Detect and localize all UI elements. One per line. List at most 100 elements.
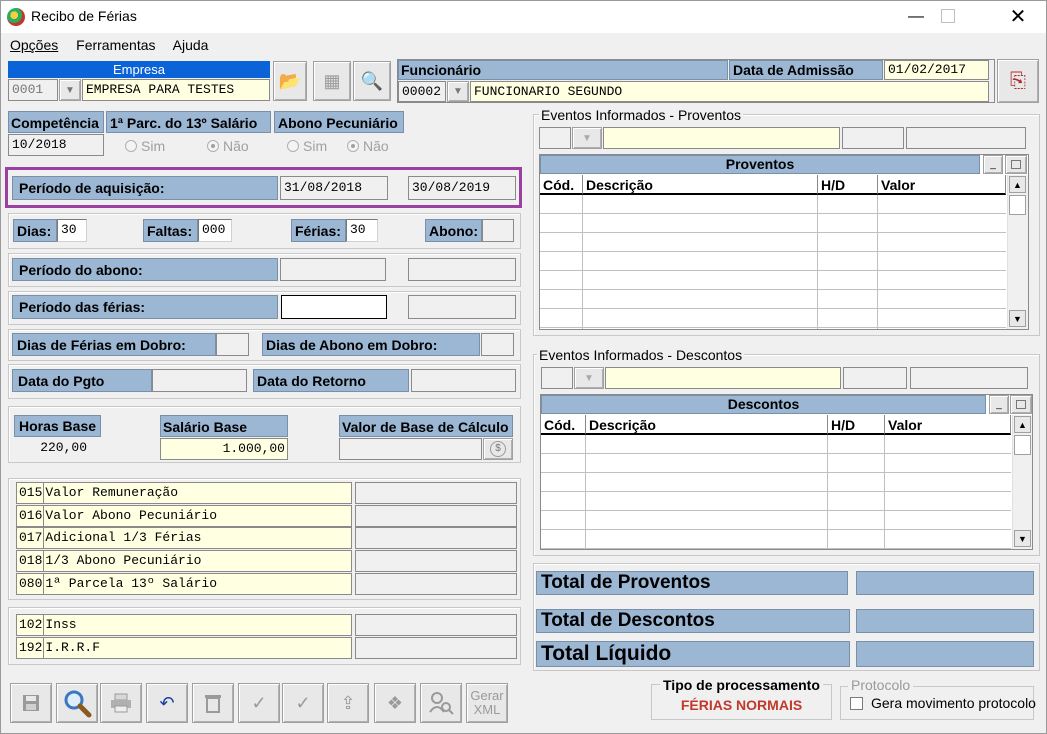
periodo-ferias-end[interactable] <box>408 295 516 319</box>
periodo-abono-start[interactable] <box>280 258 386 281</box>
proventos-scroll-up[interactable]: ▲ <box>1009 176 1026 193</box>
horas-base-label: Horas Base <box>14 415 101 437</box>
menu-ferramentas[interactable]: Ferramentas <box>76 37 155 53</box>
dobro-abono-value[interactable] <box>481 333 514 356</box>
protocolo-label: Protocolo <box>848 677 914 693</box>
abono-nao-radio[interactable]: Não <box>347 137 389 154</box>
ev-prov-code[interactable] <box>539 127 571 149</box>
desconto-row-192: 192 I.R.R.F <box>16 637 352 659</box>
delete-icon[interactable] <box>192 683 234 723</box>
total-descontos-label: Total de Descontos <box>536 609 850 633</box>
ev-prov-hd[interactable] <box>842 127 904 149</box>
ev-desc-code[interactable] <box>541 367 573 389</box>
funcionario-code[interactable]: 00002 <box>398 81 446 102</box>
proventos-maximize-icon[interactable] <box>1005 155 1027 174</box>
total-proventos-label: Total de Proventos <box>536 571 848 595</box>
dobro-abono-label: Dias de Abono em Dobro: <box>262 333 480 356</box>
funcionario-name: FUNCIONARIO SEGUNDO <box>470 81 989 102</box>
periodo-ferias-start[interactable] <box>281 295 387 319</box>
proventos-minimize-icon[interactable]: _ <box>983 155 1003 174</box>
protocolo-checkbox[interactable] <box>850 697 863 710</box>
ev-prov-valor[interactable] <box>906 127 1026 149</box>
descontos-scroll-down[interactable]: ▼ <box>1014 530 1031 547</box>
admissao-label: Data de Admissão <box>729 60 883 80</box>
user-search-icon[interactable] <box>420 683 462 723</box>
retorno-value[interactable] <box>411 369 516 392</box>
descontos-scroll-thumb[interactable] <box>1014 435 1031 455</box>
search-icon[interactable] <box>56 683 98 723</box>
print-icon[interactable] <box>100 683 142 723</box>
dias-label: Dias: <box>13 219 57 242</box>
abono-dias-value[interactable] <box>482 219 514 242</box>
search-document-icon[interactable]: 🔍 <box>353 61 391 101</box>
empresa-code[interactable]: 0001 <box>8 79 58 101</box>
base-calculo-label: Valor de Base de Cálculo <box>339 415 513 437</box>
window-title: Recibo de Férias <box>31 8 137 24</box>
funcionario-lookup-button[interactable]: ▼ <box>447 81 469 102</box>
menu-ajuda[interactable]: Ajuda <box>173 37 209 53</box>
parc13-sim-radio[interactable]: Sim <box>125 137 165 154</box>
menu-opcoes[interactable]: Opções <box>10 37 58 53</box>
ev-prov-lookup-button[interactable]: ▼ <box>572 127 602 149</box>
calculator-icon[interactable]: ▦ <box>313 61 351 101</box>
dias-value[interactable]: 30 <box>57 219 87 242</box>
proventos-scrollbar[interactable]: ▲ ▼ <box>1007 175 1028 329</box>
periodo-abono-end[interactable] <box>408 258 516 281</box>
title-bar: Recibo de Férias — ✕ <box>1 1 1046 33</box>
horas-base-value[interactable]: 220,00 <box>14 438 101 460</box>
proventos-col-hd: H/D <box>818 175 878 195</box>
salario-base-label: Salário Base <box>160 415 288 437</box>
check-icon[interactable]: ✓ <box>238 683 280 723</box>
ferias-value[interactable]: 30 <box>346 219 378 242</box>
competencia-value[interactable]: 10/2018 <box>8 134 104 156</box>
descontos-scroll-up[interactable]: ▲ <box>1014 416 1031 433</box>
provento-row-080: 080 1ª Parcela 13º Salário <box>16 573 352 595</box>
ev-desc-desc <box>605 367 841 389</box>
undo-icon[interactable]: ↶ <box>146 683 188 723</box>
processamento-value: FÉRIAS NORMAIS <box>680 697 803 713</box>
employee-card-icon[interactable]: ⎘ <box>997 59 1039 103</box>
dobro-ferias-value[interactable] <box>216 333 249 356</box>
maximize-icon[interactable] <box>941 9 955 23</box>
pgto-value[interactable] <box>152 369 247 392</box>
export-icon[interactable]: ⇪ <box>327 683 369 723</box>
confirm-icon[interactable]: ✓ <box>282 683 324 723</box>
calculator-info-icon[interactable]: $ <box>483 438 513 460</box>
empresa-label: Empresa <box>8 61 270 78</box>
descontos-maximize-icon[interactable] <box>1010 395 1032 414</box>
provento-row-016: 016 Valor Abono Pecuniário <box>16 505 352 527</box>
proventos-col-valor: Valor <box>878 175 1006 195</box>
minimize-icon[interactable]: — <box>896 3 936 31</box>
proventos-scroll-down[interactable]: ▼ <box>1009 310 1026 327</box>
save-icon[interactable] <box>10 683 52 723</box>
ev-desc-lookup-button[interactable]: ▼ <box>574 367 604 389</box>
parc13-label: 1ª Parc. do 13º Salário <box>106 111 271 133</box>
provento-row-017: 017 Adicional 1/3 Férias <box>16 527 352 549</box>
descontos-scrollbar[interactable]: ▲ ▼ <box>1012 415 1032 549</box>
close-icon[interactable]: ✕ <box>998 3 1038 31</box>
abono-label: Abono Pecuniário <box>274 111 404 133</box>
ev-desc-valor[interactable] <box>910 367 1028 389</box>
provento-row-015: 015 Valor Remuneração <box>16 482 352 504</box>
desconto-row-102: 102 Inss <box>16 614 352 636</box>
provento-value-080 <box>355 573 517 595</box>
gerar-xml-button[interactable]: Gerar XML <box>466 683 508 723</box>
processamento-label: Tipo de processamento <box>660 677 823 693</box>
dobro-ferias-label: Dias de Férias em Dobro: <box>12 333 216 356</box>
aquisicao-start[interactable]: 31/08/2018 <box>280 176 388 200</box>
process-icon[interactable]: ❖ <box>374 683 416 723</box>
abono-sim-radio[interactable]: Sim <box>287 137 327 154</box>
empresa-lookup-button[interactable]: ▼ <box>59 79 81 101</box>
parc13-nao-radio[interactable]: Não <box>207 137 249 154</box>
base-calculo-value[interactable] <box>339 438 482 460</box>
admissao-value: 01/02/2017 <box>884 60 989 80</box>
faltas-value[interactable]: 000 <box>198 219 232 242</box>
descontos-minimize-icon[interactable]: _ <box>989 395 1009 414</box>
proventos-scroll-thumb[interactable] <box>1009 195 1026 215</box>
ev-desc-hd[interactable] <box>843 367 907 389</box>
aquisicao-label: Período de aquisição: <box>12 176 278 200</box>
open-folder-icon[interactable]: 📂 <box>273 61 307 101</box>
descontos-grid-title: Descontos <box>541 395 986 414</box>
salario-base-value[interactable]: 1.000,00 <box>160 438 288 460</box>
aquisicao-end[interactable]: 30/08/2019 <box>408 176 516 200</box>
